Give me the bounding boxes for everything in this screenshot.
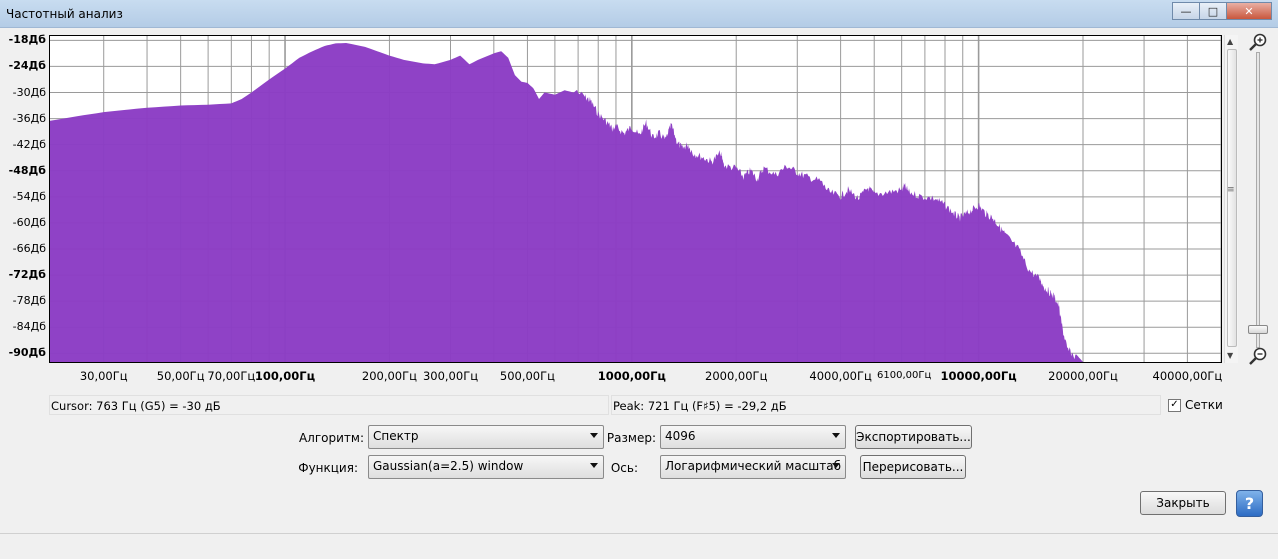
y-tick-label: -54Дб [12,189,46,203]
chevron-down-icon [590,463,598,468]
y-tick-label: -42Дб [12,137,46,151]
chevron-down-icon [590,433,598,438]
close-window-button[interactable]: ✕ [1226,2,1272,20]
vertical-scrollbar[interactable]: ▲ ≡ ▼ [1224,35,1238,363]
redraw-button[interactable]: Перерисовать... [860,455,966,479]
x-tick-label: 10000,00Гц [940,369,1017,383]
cursor-info: Cursor: 763 Гц (G5) = -30 дБ [49,395,609,415]
zoom-slider-track[interactable] [1256,52,1260,348]
export-button[interactable]: Экспортировать... [855,425,972,449]
zoom-slider-thumb[interactable] [1248,325,1268,334]
x-tick-label: 6100,00Гц [877,370,932,381]
spectrum-plot[interactable] [49,35,1222,363]
algorithm-label: Алгоритм: [298,431,364,445]
x-tick-label: 40000,00Гц [1152,369,1223,383]
y-tick-label: -60Дб [12,215,46,229]
window-title: Частотный анализ [6,7,123,21]
chevron-down-icon [832,433,840,438]
algorithm-value: Спектр [373,429,419,443]
y-tick-label: -30Дб [12,85,46,99]
grip-icon: ≡ [1227,185,1235,195]
size-label: Размер: [606,431,656,445]
zoom-out-icon[interactable] [1248,346,1268,366]
help-button[interactable]: ? [1236,490,1263,517]
chevron-down-icon [832,463,840,468]
y-tick-label: -18Дб [8,33,46,47]
y-tick-label: -24Дб [8,59,46,73]
x-tick-label: 1000,00Гц [597,369,666,383]
grid-toggle[interactable]: ✓ Сетки [1168,398,1223,412]
minimize-button[interactable]: — [1172,2,1200,20]
size-select[interactable]: 4096 [660,425,846,449]
window-controls: — □ ✕ [1172,2,1272,20]
x-tick-label: 500,00Гц [499,369,555,383]
axis-select[interactable]: Логарифмический масштаб [660,455,846,479]
y-tick-label: -36Дб [12,111,46,125]
zoom-in-icon[interactable] [1248,32,1268,52]
scroll-up-arrow-icon[interactable]: ▲ [1227,37,1233,46]
y-tick-label: -48Дб [8,163,46,177]
function-select[interactable]: Gaussian(a=2.5) window [368,455,604,479]
x-tick-label: 30,00Гц [79,369,128,383]
zoom-control [1246,32,1270,366]
grid-checkbox[interactable]: ✓ [1168,398,1181,412]
y-tick-label: -72Дб [8,268,46,282]
scroll-down-arrow-icon[interactable]: ▼ [1227,351,1233,360]
spectrum-area [50,43,1221,362]
x-tick-label: 2000,00Гц [705,369,768,383]
status-bar [0,533,1278,559]
x-tick-label: 70,00Гц [207,369,256,383]
grid-checkbox-label: Сетки [1185,398,1223,412]
x-tick-label: 100,00Гц [254,369,316,383]
title-bar[interactable]: Частотный анализ — □ ✕ [0,0,1278,28]
spectrum-svg[interactable] [50,36,1221,362]
y-tick-label: -84Дб [12,320,46,334]
function-label: Функция: [298,461,358,475]
size-value: 4096 [665,429,696,443]
y-tick-label: -90Дб [8,346,46,360]
scrollbar-thumb[interactable] [1227,49,1237,347]
axis-label: Ось: [610,461,638,475]
algorithm-select[interactable]: Спектр [368,425,604,449]
x-tick-label: 200,00Гц [361,369,417,383]
axis-value: Логарифмический масштаб [665,459,842,473]
x-tick-label: 300,00Гц [422,369,479,383]
peak-info: Peak: 721 Гц (F♯5) = -29,2 дБ [611,395,1161,415]
y-tick-label: -78Дб [12,294,46,308]
x-tick-label: 20000,00Гц [1048,369,1118,383]
x-tick-label: 4000,00Гц [809,369,872,383]
function-value: Gaussian(a=2.5) window [373,459,524,473]
y-tick-label: -66Дб [12,241,46,255]
close-button[interactable]: Закрыть [1140,491,1226,515]
maximize-button[interactable]: □ [1199,2,1227,20]
x-tick-label: 50,00Гц [156,369,205,383]
